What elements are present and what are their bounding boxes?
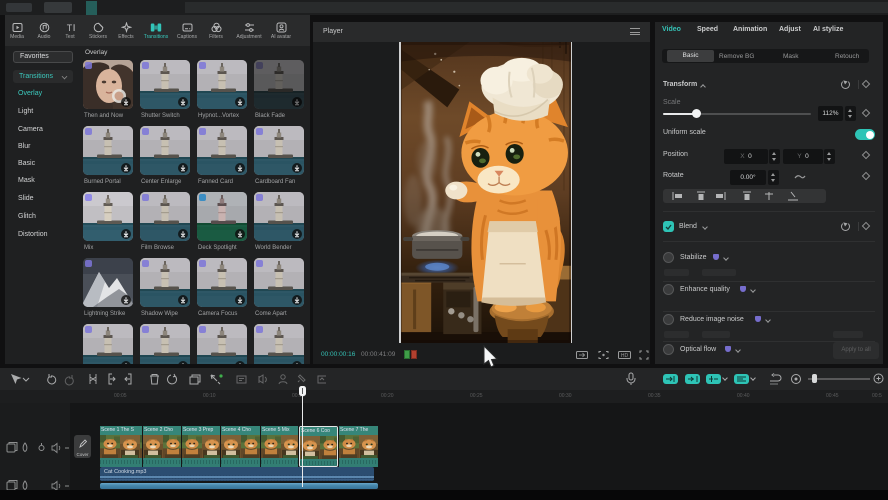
svg-text:HD: HD — [621, 353, 629, 359]
svg-text:T: T — [66, 23, 72, 33]
